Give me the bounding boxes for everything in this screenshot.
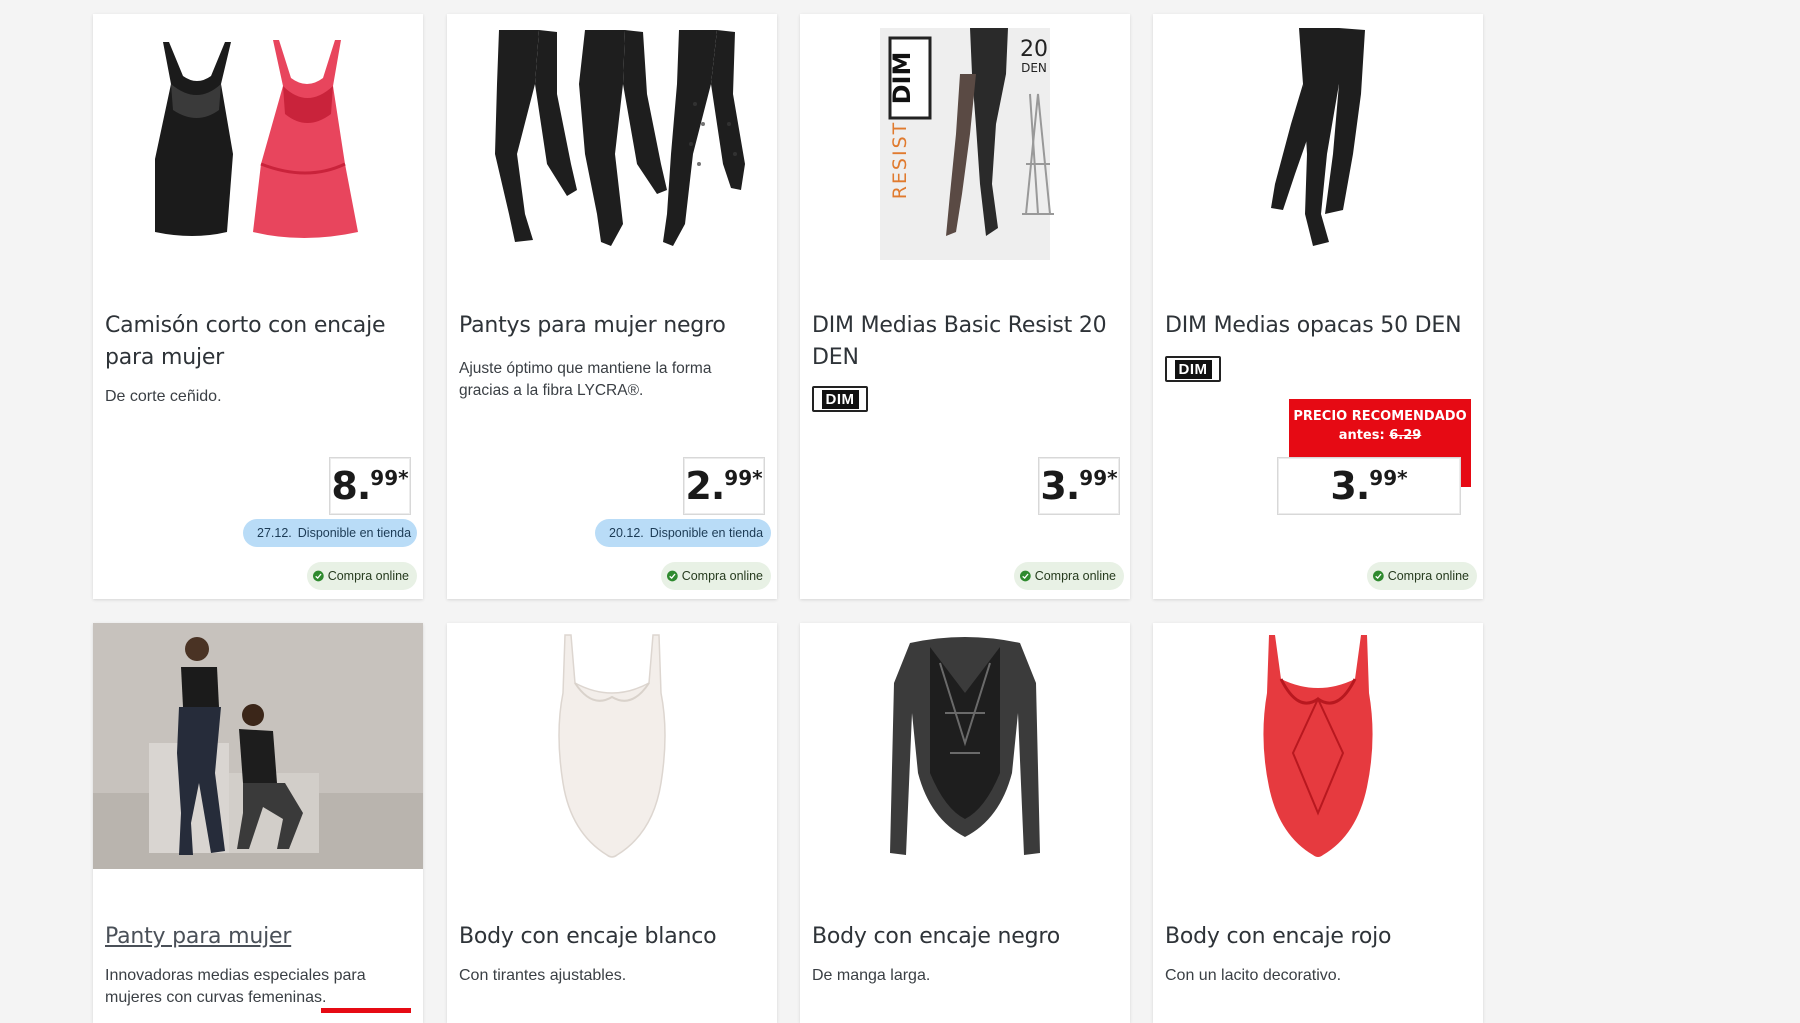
check-circle-icon [1373, 570, 1384, 582]
online-purchase-badge[interactable]: Compra online [1014, 562, 1124, 590]
product-title[interactable]: Body con encaje rojo [1165, 921, 1467, 953]
online-label: Compra online [327, 569, 409, 583]
product-title[interactable]: Body con encaje blanco [459, 921, 761, 953]
price-box: 8. 99* [329, 457, 411, 515]
online-purchase-badge[interactable]: Compra online [1367, 562, 1477, 590]
price-decimals: 99* [724, 466, 763, 490]
product-title[interactable]: Camisón corto con encaje para mujer [105, 310, 407, 374]
package-den-unit: DEN [1021, 61, 1047, 75]
product-card-body-blanco[interactable]: Body con encaje blanco Con tirantes ajus… [447, 623, 777, 1023]
price-integer: 3. [1040, 464, 1080, 508]
product-card-dim-resist[interactable]: DIM RESIST 20 DEN DIM Medias Basic Resis… [800, 14, 1130, 599]
online-label: Compra online [681, 569, 763, 583]
price-integer: 3. [1330, 464, 1370, 508]
store-label: Disponible en tienda [297, 526, 412, 540]
product-image-panty[interactable] [93, 623, 423, 869]
product-title[interactable]: Pantys para mujer negro [459, 310, 761, 342]
price-box: 2. 99* [683, 457, 765, 515]
price-decimals: 99* [1369, 466, 1408, 490]
online-purchase-badge[interactable]: Compra online [307, 562, 417, 590]
price-decimals: 99* [370, 466, 409, 490]
previous-price-value: 6.29 [1389, 428, 1422, 443]
product-title[interactable]: Body con encaje negro [812, 921, 1114, 953]
brand-logo: DIM [1165, 356, 1221, 382]
store-availability-badge[interactable]: 27.12. Disponible en tienda [243, 519, 417, 547]
brand-logo-text: DIM [821, 389, 859, 409]
online-label: Compra online [1387, 569, 1469, 583]
product-description: Ajuste óptimo que mantiene la forma grac… [459, 360, 712, 399]
product-card-body-rojo[interactable]: Body con encaje rojo Con un lacito decor… [1153, 623, 1483, 1023]
store-date: 20.12. [609, 526, 644, 540]
product-title[interactable]: DIM Medias Basic Resist 20 DEN [812, 310, 1114, 374]
product-description: Con tirantes ajustables. [459, 967, 627, 984]
product-title[interactable]: DIM Medias opacas 50 DEN [1165, 310, 1467, 342]
previous-price-line: antes: 6.29 [1289, 426, 1471, 445]
price-box: 3. 99* [1038, 457, 1120, 515]
price-box: 3. 99* [1277, 457, 1461, 515]
brand-logo: DIM [812, 386, 868, 412]
product-card-body-negro[interactable]: Body con encaje negro De manga larga. [800, 623, 1130, 1023]
product-card-panty[interactable]: Panty para mujer Innovadoras medias espe… [93, 623, 423, 1023]
product-description: Con un lacito decorativo. [1165, 967, 1342, 984]
product-card-camison[interactable]: Camisón corto con encaje para mujer De c… [93, 14, 423, 599]
package-den-number: 20 [1020, 37, 1048, 62]
online-purchase-badge[interactable]: Compra online [661, 562, 771, 590]
product-image-pantys[interactable] [447, 14, 777, 274]
check-circle-icon [667, 570, 678, 582]
product-image-body-negro[interactable] [800, 623, 1130, 869]
package-brand-text: DIM [888, 52, 916, 105]
store-date: 27.12. [257, 526, 292, 540]
product-image-dim-opacas[interactable] [1153, 14, 1483, 274]
product-card-dim-opacas[interactable]: DIM Medias opacas 50 DEN DIM PRECIO RECO… [1153, 14, 1483, 599]
product-description: Innovadoras medias especiales para mujer… [105, 967, 366, 1006]
price-decimals: 99* [1079, 466, 1118, 490]
product-image-body-blanco[interactable] [447, 623, 777, 869]
product-image-body-rojo[interactable] [1153, 623, 1483, 869]
product-image-camison[interactable] [93, 14, 423, 274]
package-line-text: RESIST [889, 121, 911, 200]
product-description: De manga larga. [812, 967, 931, 984]
check-circle-icon [313, 570, 324, 582]
store-availability-badge[interactable]: 20.12. Disponible en tienda [595, 519, 771, 547]
product-card-pantys[interactable]: Pantys para mujer negro Ajuste óptimo qu… [447, 14, 777, 599]
online-label: Compra online [1034, 569, 1116, 583]
product-description: De corte ceñido. [105, 388, 222, 405]
promo-strip [321, 1008, 411, 1013]
product-grid: Camisón corto con encaje para mujer De c… [0, 0, 1800, 1023]
product-title-link[interactable]: Panty para mujer [105, 921, 407, 953]
price-integer: 8. [331, 464, 371, 508]
recommended-price-label: PRECIO RECOMENDADO [1293, 409, 1467, 424]
previous-price-label: antes: [1338, 428, 1385, 443]
product-image-dim-resist[interactable]: DIM RESIST 20 DEN [800, 14, 1130, 274]
brand-logo-text: DIM [1174, 359, 1212, 379]
store-label: Disponible en tienda [649, 526, 764, 540]
check-circle-icon [1020, 570, 1031, 582]
price-integer: 2. [685, 464, 725, 508]
